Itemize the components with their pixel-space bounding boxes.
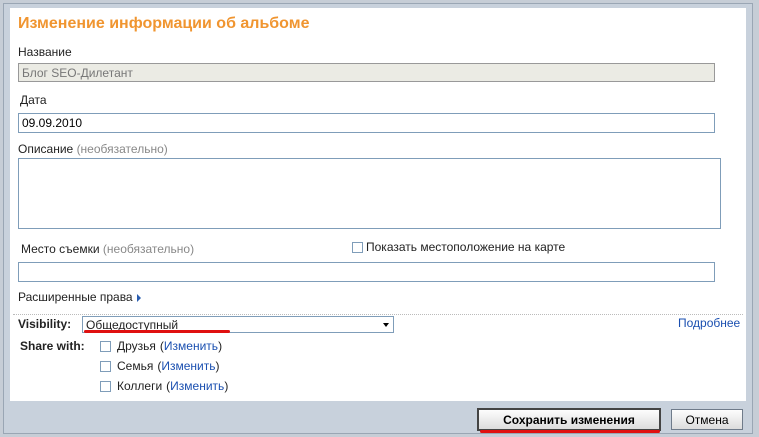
more-info-link[interactable]: Подробнее	[678, 316, 740, 330]
location-label-text: Место съемки	[21, 242, 100, 256]
description-label-text: Описание	[18, 142, 74, 156]
change-link[interactable]: Изменить	[161, 359, 215, 373]
dialog-title: Изменение информации об альбоме	[18, 15, 310, 32]
description-label: Описание (необязательно)	[18, 142, 168, 156]
show-map-label: Показать местоположение на карте	[366, 240, 566, 254]
location-input[interactable]	[18, 262, 715, 282]
cancel-button[interactable]: Отмена	[671, 409, 743, 430]
change-link[interactable]: Изменить	[170, 379, 224, 393]
location-label: Место съемки (необязательно)	[21, 242, 194, 256]
description-optional: (необязательно)	[76, 142, 168, 156]
change-link-wrapper: (Изменить)	[159, 339, 223, 353]
dialog-content: Изменение информации об альбоме Название…	[10, 8, 746, 401]
description-textarea[interactable]	[18, 158, 721, 229]
name-input[interactable]	[18, 63, 715, 82]
save-highlight-underline	[480, 430, 660, 433]
share-item-label: Друзья	[117, 339, 156, 353]
divider	[13, 314, 743, 315]
share-item-label: Коллеги	[117, 379, 163, 393]
advanced-rights-toggle[interactable]: Расширенные права	[18, 290, 141, 304]
share-with-label: Share with:	[20, 339, 85, 353]
advanced-rights-label: Расширенные права	[18, 290, 133, 304]
album-edit-dialog: Изменение информации об альбоме Название…	[3, 3, 753, 434]
date-input[interactable]	[18, 113, 715, 133]
friends-checkbox[interactable]	[100, 340, 111, 352]
change-link-wrapper: (Изменить)	[166, 379, 229, 393]
chevron-down-icon	[383, 323, 389, 327]
expand-arrow-icon	[136, 293, 141, 302]
share-item-family[interactable]: Семья (Изменить)	[100, 359, 219, 373]
show-map-checkbox[interactable]	[352, 241, 363, 253]
change-link-wrapper: (Изменить)	[157, 359, 220, 373]
show-map-option[interactable]: Показать местоположение на карте	[352, 240, 565, 254]
name-label: Название	[18, 45, 72, 59]
share-item-label: Семья	[117, 359, 154, 373]
change-link[interactable]: Изменить	[164, 339, 218, 353]
share-item-colleagues[interactable]: Коллеги (Изменить)	[100, 379, 228, 393]
colleagues-checkbox[interactable]	[100, 380, 111, 392]
date-label: Дата	[20, 93, 47, 107]
save-button[interactable]: Сохранить изменения	[477, 408, 661, 431]
visibility-label: Visibility:	[18, 317, 72, 331]
share-item-friends[interactable]: Друзья (Изменить)	[100, 339, 222, 353]
family-checkbox[interactable]	[100, 360, 111, 372]
location-optional: (необязательно)	[102, 242, 195, 256]
visibility-highlight-underline	[84, 330, 230, 333]
